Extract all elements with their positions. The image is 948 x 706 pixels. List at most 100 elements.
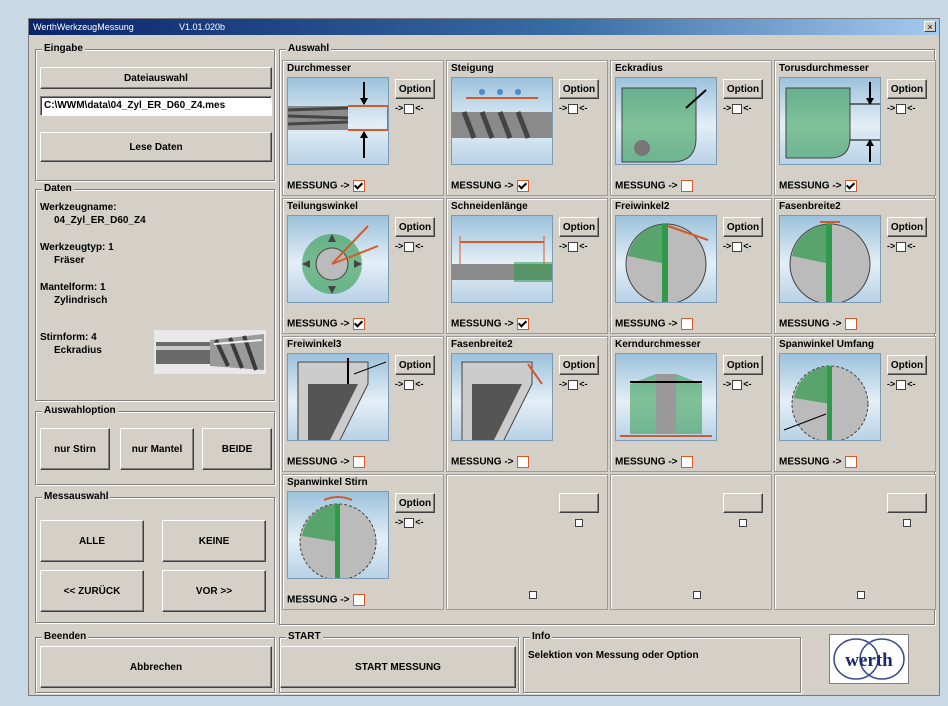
measurement-illustration (789, 221, 871, 302)
messung-row: MESSUNG -> (615, 456, 693, 468)
option-button[interactable]: Option (887, 355, 927, 375)
messung-checkbox[interactable] (680, 180, 693, 192)
option-checkbox-row: -> <- (559, 379, 588, 390)
measurement-illustration (452, 236, 552, 282)
option-arrow-right: <- (415, 103, 424, 113)
measurement-image (287, 215, 389, 303)
messung-checkbox[interactable] (844, 456, 857, 468)
option-checkbox[interactable] (896, 103, 907, 114)
measurement-cell (446, 474, 608, 610)
messung-checkbox[interactable] (680, 456, 693, 468)
option-checkbox[interactable] (404, 379, 415, 390)
option-arrow-right: <- (415, 241, 424, 251)
messung-checkbox[interactable] (352, 456, 365, 468)
option-checkbox-row: -> <- (723, 103, 752, 114)
option-checkbox[interactable] (896, 241, 907, 252)
option-checkbox-row: -> <- (723, 241, 752, 252)
option-button[interactable]: Option (559, 355, 599, 375)
messung-checkbox[interactable] (516, 180, 529, 192)
option-button[interactable]: Option (559, 79, 599, 99)
option-checkbox[interactable] (404, 517, 415, 528)
messung-label: MESSUNG -> (287, 180, 350, 192)
back-button[interactable]: << ZURÜCK (40, 570, 144, 612)
messung-row: MESSUNG -> (287, 180, 365, 192)
nur-mantel-button[interactable]: nur Mantel (120, 428, 194, 470)
option-arrow-left: -> (723, 379, 732, 389)
messung-checkbox[interactable] (516, 456, 529, 468)
option-checkbox[interactable] (404, 103, 415, 114)
option-button[interactable]: Option (887, 79, 927, 99)
start-label: START (286, 631, 323, 643)
file-path-field[interactable]: C:\WWM\data\04_Zyl_ER_D60_Z4.mes (40, 96, 272, 116)
stirnform-value: Eckradius (54, 345, 102, 356)
werkzeugtyp-label: Werkzeugtyp: 1 (40, 242, 114, 253)
option-button[interactable]: Option (395, 355, 435, 375)
option-checkbox[interactable] (568, 379, 579, 390)
option-checkbox[interactable] (732, 379, 743, 390)
option-button[interactable]: Option (559, 217, 599, 237)
empty-messung-checkbox[interactable] (529, 591, 537, 599)
messung-checkbox[interactable] (352, 594, 365, 606)
option-checkbox-row: -> <- (395, 241, 424, 252)
option-arrow-left: -> (395, 379, 404, 389)
measurement-image (451, 353, 553, 441)
measurement-illustration (625, 223, 709, 302)
empty-messung-checkbox[interactable] (857, 591, 865, 599)
option-checkbox-row: -> <- (887, 379, 916, 390)
file-select-button[interactable]: Dateiauswahl (40, 67, 272, 89)
empty-option-checkbox[interactable] (739, 519, 747, 527)
messung-checkbox[interactable] (680, 318, 693, 330)
start-measurement-button[interactable]: START MESSUNG (280, 646, 516, 688)
cell-title: Torusdurchmesser (779, 63, 869, 74)
messung-checkbox[interactable] (844, 180, 857, 192)
beide-button[interactable]: BEIDE (202, 428, 272, 470)
window-version: V1.01.020b (179, 22, 226, 32)
option-button[interactable]: Option (723, 355, 763, 375)
option-button[interactable]: Option (723, 79, 763, 99)
option-checkbox-row: -> <- (395, 103, 424, 114)
empty-option-button[interactable] (559, 493, 599, 513)
option-button[interactable]: Option (887, 217, 927, 237)
measurement-cell: Freiwinkel2 Option -> <- MESSUNG -> (610, 198, 772, 334)
option-checkbox[interactable] (568, 103, 579, 114)
option-checkbox[interactable] (732, 241, 743, 252)
messung-checkbox[interactable] (844, 318, 857, 330)
measurement-illustration (783, 365, 869, 440)
messung-label: MESSUNG -> (451, 318, 514, 330)
auswahloption-group: Auswahloption nur Stirn nur Mantel BEIDE (35, 405, 275, 485)
measurement-image (451, 215, 553, 303)
empty-messung-checkbox[interactable] (693, 591, 701, 599)
option-checkbox[interactable] (568, 241, 579, 252)
mantelform-value: Zylindrisch (54, 295, 108, 306)
messung-checkbox[interactable] (352, 180, 365, 192)
info-group: Info Selektion von Messung oder Option (523, 631, 801, 693)
empty-option-checkbox[interactable] (575, 519, 583, 527)
empty-option-button[interactable] (887, 493, 927, 513)
option-checkbox[interactable] (732, 103, 743, 114)
option-arrow-right: <- (579, 103, 588, 113)
messung-checkbox[interactable] (352, 318, 365, 330)
measurement-illustration (302, 225, 379, 294)
nur-stirn-button[interactable]: nur Stirn (40, 428, 110, 470)
forward-button[interactable]: VOR >> (162, 570, 266, 612)
messung-checkbox[interactable] (516, 318, 529, 330)
option-checkbox[interactable] (896, 379, 907, 390)
option-button[interactable]: Option (395, 493, 435, 513)
select-all-button[interactable]: ALLE (40, 520, 144, 562)
empty-option-button[interactable] (723, 493, 763, 513)
messung-row: MESSUNG -> (779, 456, 857, 468)
option-arrow-left: -> (395, 517, 404, 527)
option-button[interactable]: Option (395, 217, 435, 237)
option-button[interactable]: Option (395, 79, 435, 99)
read-data-button[interactable]: Lese Daten (40, 132, 272, 162)
measurement-image (451, 77, 553, 165)
eingabe-group: Eingabe Dateiauswahl C:\WWM\data\04_Zyl_… (35, 43, 275, 181)
select-none-button[interactable]: KEINE (162, 520, 266, 562)
option-checkbox[interactable] (404, 241, 415, 252)
empty-option-checkbox[interactable] (903, 519, 911, 527)
measurement-illustration (297, 358, 387, 440)
cancel-button[interactable]: Abbrechen (40, 646, 272, 688)
option-button[interactable]: Option (723, 217, 763, 237)
option-arrow-right: <- (579, 379, 588, 389)
close-button[interactable]: × (924, 21, 936, 32)
